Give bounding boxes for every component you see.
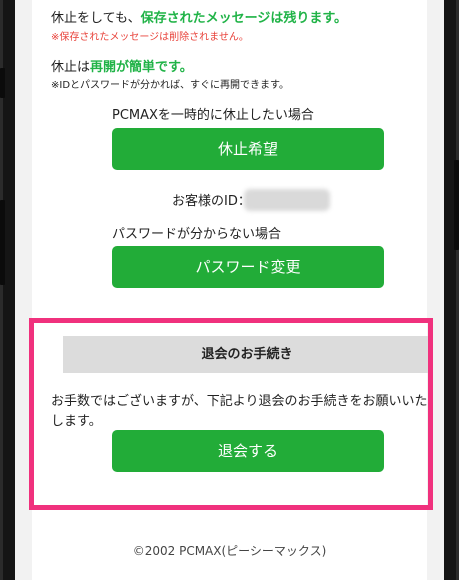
- phone-side-button: [454, 160, 459, 250]
- info-highlight: 再開が簡単です。: [90, 60, 193, 75]
- info-text: 休止をしても、: [51, 11, 141, 26]
- withdraw-highlight-box: [29, 318, 433, 510]
- pause-request-button[interactable]: 休止希望: [112, 128, 384, 170]
- resume-note: ※IDとパスワードが分かれば、すぐに再開できます。: [51, 80, 290, 91]
- message-retention-info: 休止をしても、保存されたメッセージは残ります。: [51, 11, 347, 27]
- resume-info: 休止は再開が簡単です。: [51, 60, 193, 76]
- customer-id-value-redacted: [244, 189, 330, 211]
- phone-bezel-right: [444, 0, 459, 580]
- pause-label: PCMAXを一時的に休止したい場合: [112, 108, 314, 123]
- phone-side-button: [0, 200, 5, 285]
- info-highlight: 保存されたメッセージは残ります。: [140, 11, 348, 26]
- phone-side-button: [0, 68, 5, 98]
- message-retention-note: ※保存されたメッセージは削除されません。: [51, 32, 249, 43]
- customer-id-label: お客様のID：: [172, 194, 251, 209]
- password-change-button[interactable]: パスワード変更: [112, 246, 384, 288]
- password-label: パスワードが分からない場合: [112, 227, 282, 242]
- info-text: 休止は: [51, 60, 91, 75]
- phone-screen: 休止をしても、保存されたメッセージは残ります。 ※保存されたメッセージは削除され…: [15, 0, 444, 580]
- footer-copyright: ©2002 PCMAX(ピーシーマックス): [132, 544, 327, 558]
